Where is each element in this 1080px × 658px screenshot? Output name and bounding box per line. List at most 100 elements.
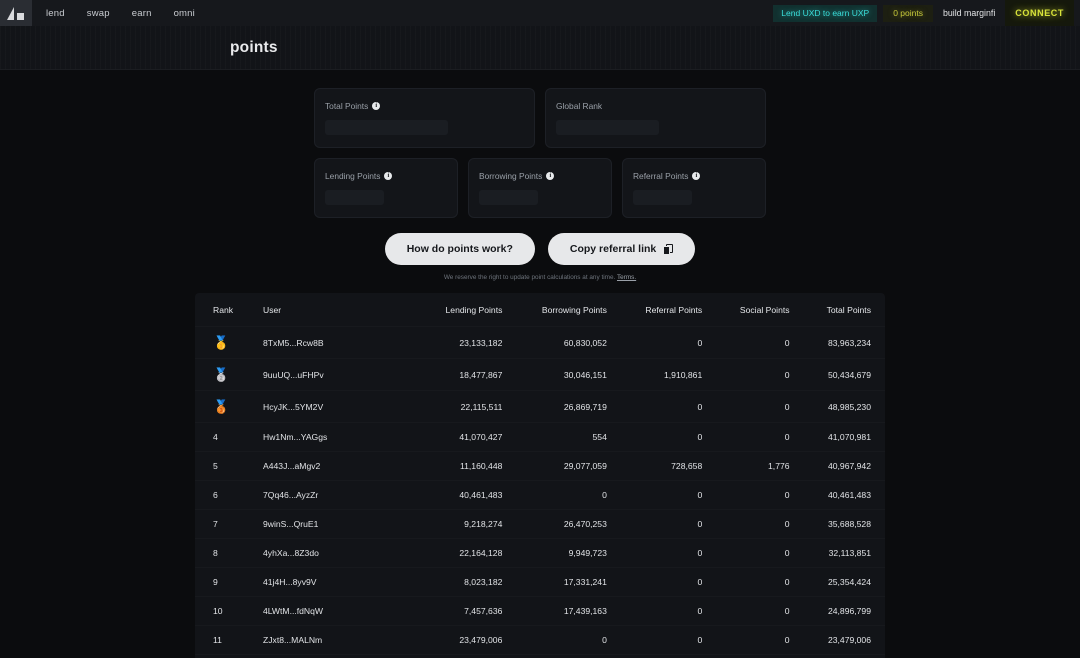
cell-social-points: 0 [716,625,804,655]
cell-referral-points: 728,658 [620,451,717,481]
column-header-borrowing-points[interactable]: Borrowing Points [516,293,621,327]
leaderboard-head: Rank User Lending Points Borrowing Point… [195,293,885,327]
card-total-points: Total Points i [314,88,535,148]
card-referral-points-label: Referral Points [633,171,689,181]
cell-user-address: Hw1Nm...YAGgs [251,422,421,452]
table-row[interactable]: 10 4LWtM...fdNqW 7,457,636 17,439,163 0 0 24,8… [195,596,885,626]
cell-total-points: 50,434,679 [803,358,885,391]
promo-banner-uxd[interactable]: Lend UXD to earn UXP [773,4,878,22]
table-row[interactable]: 🥈 9uuUQ...uFHPv 18,477,867 30,046,151 1,910,… [195,358,885,391]
cell-lending-points: 23,133,182 [421,326,517,359]
cell-lending-points: 18,477,867 [421,358,517,391]
column-header-user[interactable]: User [251,293,421,327]
table-row[interactable]: 11 ZJxt8...MALNm 23,479,006 0 0 0 23,479,006 [195,625,885,655]
cell-borrowing-points: 17,331,241 [516,567,621,597]
nav-link-swap[interactable]: swap [87,8,110,19]
cell-lending-points: 8,023,182 [421,567,517,597]
cell-user-address: HcyJK...5YM2V [251,390,421,423]
cell-referral-points: 0 [620,538,717,568]
card-referral-points-label-row: Referral Points i [633,171,755,181]
leaderboard-header-row: Rank User Lending Points Borrowing Point… [195,293,885,327]
table-row[interactable]: 9 41j4H...8yv9V 8,023,182 17,331,241 0 0 25,35… [195,567,885,597]
column-header-total-points[interactable]: Total Points [804,293,885,327]
cell-borrowing-points: 60,830,052 [516,326,621,359]
cell-user-address: 8TxM5...Rcw8B [251,326,421,359]
nav-link-omni[interactable]: omni [174,8,195,19]
info-icon[interactable]: i [372,102,381,110]
table-row[interactable]: 5 A443J...aMgv2 11,160,448 29,077,059 728,65… [195,451,885,481]
card-borrowing-points: Borrowing Points i [468,158,612,218]
cell-borrowing-points: 0 [516,625,621,655]
copy-icon [663,243,674,255]
cell-total-points: 83,963,234 [803,326,885,359]
cell-social-points: 0 [716,538,804,568]
card-borrowing-points-label: Borrowing Points [479,171,543,181]
table-row[interactable]: 6 7Qq46...AyzZr 40,461,483 0 0 0 40,461,483 [195,480,885,510]
card-total-points-label-row: Total Points i [325,101,524,111]
cell-user-address: 4LWtM...fdNqW [251,596,421,626]
column-header-referral-points[interactable]: Referral Points [621,293,716,327]
table-row[interactable]: 4 Hw1Nm...YAGgs 41,070,427 554 0 0 41,070,981 [195,422,885,452]
cell-lending-points: 22,115,511 [421,390,517,423]
build-marginfi-link[interactable]: build marginfi [933,0,1005,26]
table-row[interactable]: 🥉 HcyJK...5YM2V 22,115,511 26,869,719 0 0 48,9… [195,390,885,423]
table-row[interactable]: 7 9winS...QruE1 9,218,274 26,470,253 0 0 35,68… [195,509,885,539]
disclaimer-text-row: We reserve the right to update point cal… [0,274,1080,281]
cell-rank: 9 [195,567,251,597]
stats-row-primary: Total Points i Global Rank [314,88,766,148]
cell-total-points: 40,461,483 [803,480,885,510]
card-total-points-value-skeleton [325,120,449,135]
cell-total-points: 41,070,981 [803,422,885,452]
copy-referral-link-button[interactable]: Copy referral link [547,233,696,265]
info-icon[interactable]: i [692,172,701,180]
cell-total-points: 23,479,006 [803,625,885,655]
cell-referral-points: 0 [620,654,717,658]
cell-social-points: 0 [716,596,804,626]
cell-borrowing-points: 26,869,719 [516,390,621,423]
cell-social-points: 0 [716,509,804,539]
cell-social-points: 0 [716,422,804,452]
card-lending-points-label: Lending Points [325,171,381,181]
nav-link-earn[interactable]: earn [132,8,152,19]
cell-lending-points: 23,479,006 [421,625,517,655]
cell-referral-points: 0 [620,509,717,539]
cell-referral-points: 0 [620,625,717,655]
column-header-social-points[interactable]: Social Points [716,293,803,327]
column-header-rank[interactable]: Rank [195,293,251,327]
cell-social-points: 0 [716,567,804,597]
nav-link-lend[interactable]: lend [46,8,65,19]
cell-total-points: 40,967,942 [803,451,885,481]
top-navbar: lend swap earn omni Lend UXD to earn UXP… [0,0,1080,26]
cell-total-points: 19,643,267 [803,654,885,658]
how-points-work-button[interactable]: How do points work? [384,233,535,265]
disclaimer-text: We reserve the right to update point cal… [443,274,616,281]
cell-user-address: 41j4H...8yv9V [251,567,421,597]
cell-social-points: 0 [716,358,804,391]
info-icon[interactable]: i [546,172,555,180]
leaderboard-table: Rank User Lending Points Borrowing Point… [195,293,885,658]
cell-borrowing-points: 26,470,253 [516,509,621,539]
action-buttons-row: How do points work? Copy referral link [0,233,1080,265]
table-row[interactable]: 8 4yhXa...8Z3do 22,164,128 9,949,723 0 0 32,11… [195,538,885,568]
cell-lending-points: 22,164,128 [421,538,517,568]
info-icon[interactable]: i [384,172,393,180]
card-global-rank-label-row: Global Rank [556,101,755,111]
cell-lending-points: 9,218,274 [421,509,517,539]
cell-total-points: 25,354,424 [803,567,885,597]
user-points-badge[interactable]: 0 points [883,4,933,22]
marginfi-logo[interactable] [0,0,32,26]
navbar-right-group: Lend UXD to earn UXP 0 points build marg… [773,0,1074,26]
cell-referral-points: 0 [620,480,717,510]
cell-rank: 🥉 [195,390,251,423]
column-header-lending-points[interactable]: Lending Points [421,293,516,327]
card-global-rank-value-skeleton [556,120,660,135]
connect-wallet-button[interactable]: CONNECT [1005,0,1074,26]
card-total-points-label: Total Points [325,101,369,111]
cell-social-points: 1,776 [716,451,804,481]
terms-link[interactable]: Terms. [617,274,636,281]
table-row[interactable]: 🥇 8TxM5...Rcw8B 23,133,182 60,830,052 0 0 83,9… [195,326,885,359]
cell-social-points: 0 [716,480,804,510]
table-row[interactable]: 129xU7j...28KvH7,581,34212,061,9250019,6… [195,654,885,658]
cell-rank: 🥈 [195,358,251,391]
card-global-rank: Global Rank [545,88,766,148]
